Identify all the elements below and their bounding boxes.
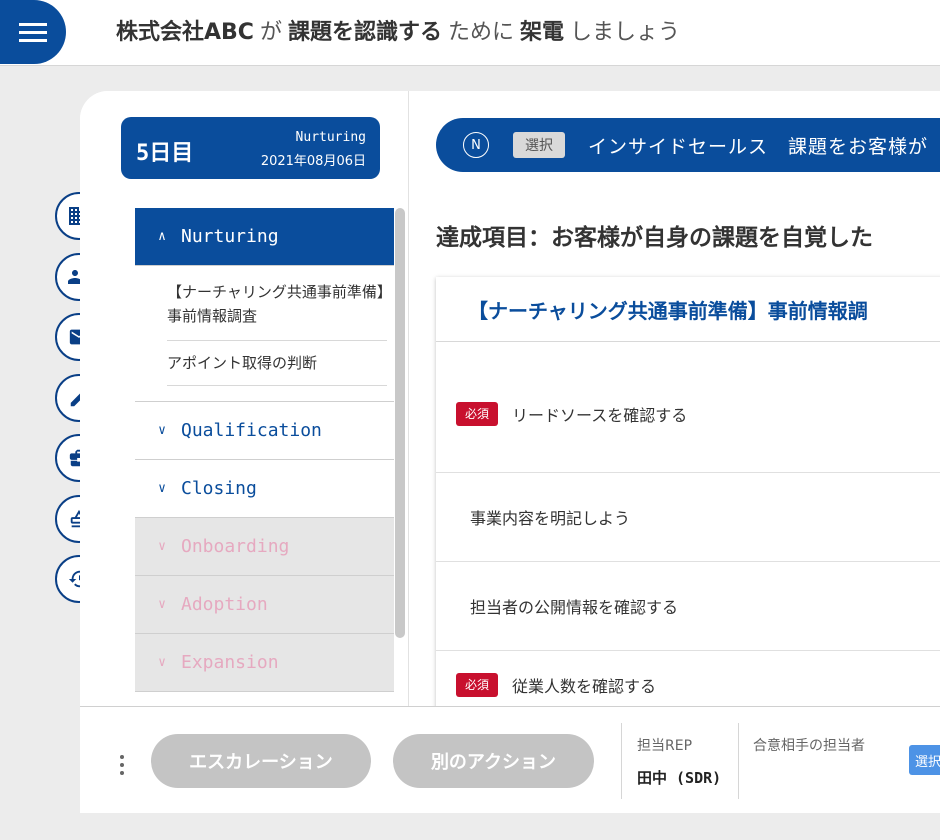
headline-suffix: しましょう <box>570 20 681 45</box>
footer-divider <box>738 723 739 799</box>
escalation-button[interactable]: エスカレーション <box>151 734 371 788</box>
day-number: 5日目 <box>136 141 194 166</box>
required-badge: 必須 <box>456 402 498 426</box>
headline-purpose: 課題を認識する <box>287 20 442 45</box>
headline: 株式会社ABC が課題を認識する ために 架電 しましょう <box>116 18 686 48</box>
chevron-down-icon: ∨ <box>158 423 166 438</box>
headline-action: 架電 <box>520 20 565 45</box>
task-row-text: 従業人数を確認する <box>512 677 657 696</box>
headline-company: 株式会社ABC <box>116 20 254 45</box>
agreed-contact-select-button[interactable]: 選択 <box>909 745 940 775</box>
day-date: 2021年08月06日 <box>260 154 366 169</box>
rep-value: 田中 (SDR) <box>637 769 722 787</box>
phase-label: Nurturing <box>181 226 279 247</box>
more-vert-icon[interactable] <box>116 753 128 777</box>
phase-label: Adoption <box>181 594 268 615</box>
stage-select-button[interactable]: 選択 <box>513 132 565 158</box>
task-row[interactable]: 事業内容を明記しよう <box>436 473 940 562</box>
phase-adoption[interactable]: ∨ Adoption <box>135 576 394 634</box>
phase-expansion[interactable]: ∨ Expansion <box>135 634 394 692</box>
stage-banner: N 選択 インサイドセールス 課題をお客様が <box>436 118 940 172</box>
sub-item-appointment-judgment[interactable]: アポイント取得の判断 <box>167 341 387 386</box>
agreed-contact-label: 合意相手の担当者 <box>753 738 865 754</box>
task-row[interactable]: 担当者の公開情報を確認する <box>436 562 940 651</box>
task-row-text: 事業内容を明記しよう <box>470 509 631 528</box>
chevron-down-icon: ∨ <box>158 655 166 670</box>
headline-particle-ga: が <box>259 20 282 45</box>
headline-particle-tame: ために <box>447 20 514 45</box>
phase-qualification[interactable]: ∨ Qualification <box>135 402 394 460</box>
other-action-button[interactable]: 別のアクション <box>393 734 594 788</box>
phase-label: Expansion <box>181 652 279 673</box>
required-badge: 必須 <box>456 673 498 697</box>
task-row-text: リードソースを確認する <box>512 406 688 425</box>
top-header: 株式会社ABC が課題を認識する ために 架電 しましょう <box>0 0 940 66</box>
main-card: 5日目 Nurturing 2021年08月06日 ∧ Nurturing 【ナ… <box>80 91 940 813</box>
phase-onboarding[interactable]: ∨ Onboarding <box>135 518 394 576</box>
phase-sidebar: 5日目 Nurturing 2021年08月06日 ∧ Nurturing 【ナ… <box>80 91 408 706</box>
task-row[interactable]: 必須 リードソースを確認する <box>436 343 940 473</box>
task-pane: N 選択 インサイドセールス 課題をお客様が 達成項目：お客様が自身の課題を自覚… <box>408 91 940 706</box>
task-card: 【ナーチャリング共通事前準備】事前情報調 必須 リードソースを確認する 事業内容を… <box>436 277 940 706</box>
chevron-down-icon: ∨ <box>158 597 166 612</box>
task-row[interactable]: 必須 従業人数を確認する <box>436 651 940 706</box>
rep-label: 担当REP <box>637 738 693 754</box>
phase-label: Qualification <box>181 420 322 441</box>
day-phase: Nurturing <box>295 130 366 145</box>
phase-closing[interactable]: ∨ Closing <box>135 460 394 518</box>
stage-text: インサイドセールス 課題をお客様が <box>588 136 929 158</box>
sidebar-scrollbar[interactable] <box>395 208 405 638</box>
footer-divider <box>621 723 622 799</box>
chevron-down-icon: ∨ <box>158 481 166 496</box>
sub-item-pre-research[interactable]: 【ナーチャリング共通事前準備】事前情報調査 <box>167 266 387 341</box>
chevron-down-icon: ∨ <box>158 539 166 554</box>
task-card-title: 【ナーチャリング共通事前準備】事前情報調 <box>436 277 940 342</box>
phase-nurturing[interactable]: ∧ Nurturing <box>135 208 394 266</box>
hamburger-icon <box>19 23 47 42</box>
phase-divider <box>135 386 394 402</box>
stage-badge: N <box>463 132 489 158</box>
menu-button[interactable] <box>0 0 66 64</box>
phase-label: Closing <box>181 478 257 499</box>
phase-label: Onboarding <box>181 536 290 557</box>
chevron-up-icon: ∧ <box>158 229 166 244</box>
action-footer: エスカレーション 別のアクション 担当REP 田中 (SDR) 合意相手の担当者… <box>80 706 940 813</box>
day-card: 5日目 Nurturing 2021年08月06日 <box>121 117 380 179</box>
goal-title: 達成項目：お客様が自身の課題を自覚した <box>436 225 873 251</box>
phase-list: ∧ Nurturing 【ナーチャリング共通事前準備】事前情報調査 アポイント取… <box>135 208 394 696</box>
task-row-text: 担当者の公開情報を確認する <box>470 598 679 617</box>
